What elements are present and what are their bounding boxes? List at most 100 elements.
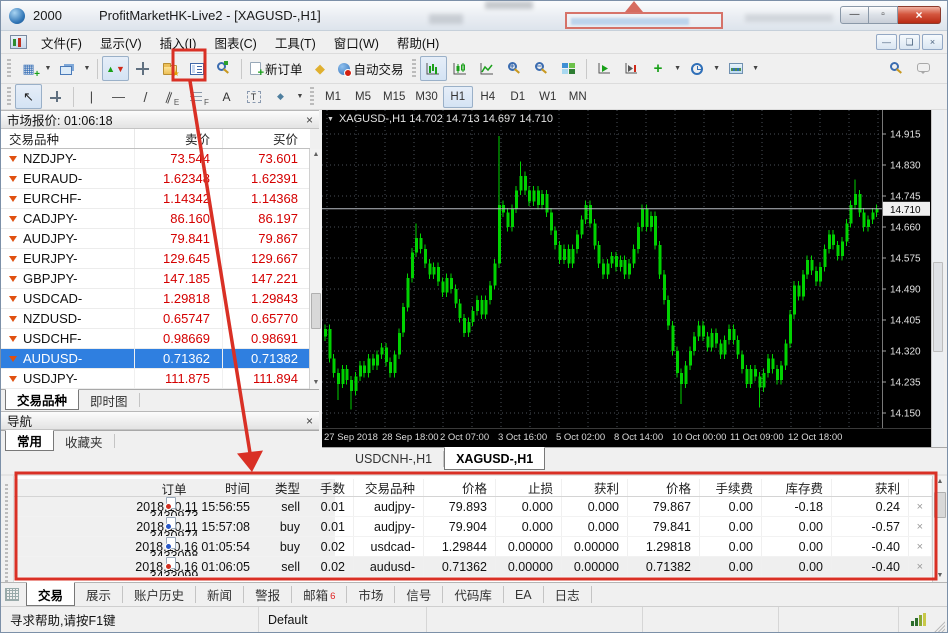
- terminal-column-header-1[interactable]: 时间: [114, 479, 259, 496]
- close-button[interactable]: ×: [898, 6, 941, 24]
- terminal-column-header-8[interactable]: 价格: [628, 479, 700, 496]
- terminal-column-header-4[interactable]: 交易品种: [354, 479, 424, 496]
- chart-bars-button[interactable]: [419, 56, 447, 81]
- market-watch-toggle-button[interactable]: ▲ ▼: [102, 56, 129, 81]
- metaeditor-button[interactable]: ◆: [307, 56, 334, 81]
- market-watch-row[interactable]: AUDUSD- 0.71362 0.71382: [1, 349, 310, 369]
- chart-canvas[interactable]: 14.915 14.830 14.745 14.660 14.575 14.490 14.4…: [322, 110, 931, 447]
- price-chart[interactable]: 14.915 14.830 14.745 14.660 14.575 14.490 14.4…: [322, 110, 931, 428]
- chart-scrollbar[interactable]: [931, 110, 944, 447]
- scroll-up-icon[interactable]: ▲: [933, 476, 947, 488]
- navigator-titlebar[interactable]: 导航 ×: [1, 411, 319, 430]
- child-minimize-button[interactable]: —: [876, 34, 897, 50]
- timeframe-d1-button[interactable]: D1: [503, 86, 533, 108]
- terminal-column-header-5[interactable]: 价格: [424, 479, 496, 496]
- scrollbar-thumb[interactable]: [934, 492, 946, 518]
- timeframe-m30-button[interactable]: M30: [410, 86, 442, 108]
- resize-grip[interactable]: [932, 619, 945, 632]
- child-close-button[interactable]: ×: [922, 34, 943, 50]
- terminal-tab-4[interactable]: 警报: [244, 586, 293, 603]
- scroll-up-icon[interactable]: ▲: [310, 149, 322, 161]
- horizontal-line-button[interactable]: —: [105, 84, 132, 109]
- vertical-line-button[interactable]: |: [78, 84, 105, 109]
- column-ask[interactable]: 买价: [222, 129, 310, 148]
- column-bid[interactable]: 卖价: [134, 129, 222, 148]
- timeframe-m15-button[interactable]: M15: [378, 86, 410, 108]
- navigator-tab-0[interactable]: 常用: [5, 430, 55, 451]
- terminal-column-header-10[interactable]: 库存费: [762, 479, 832, 496]
- step-forward-button[interactable]: [591, 56, 618, 81]
- terminal-drag-handle[interactable]: [1, 476, 14, 582]
- timeframe-h4-button[interactable]: H4: [473, 86, 503, 108]
- zoom-in-button[interactable]: [501, 56, 528, 81]
- market-watch-row[interactable]: NZDUSD- 0.65747 0.65770: [1, 309, 310, 329]
- restore-button[interactable]: ▫: [869, 6, 898, 24]
- close-order-icon[interactable]: ×: [917, 501, 923, 513]
- periods-dropdown[interactable]: ▼: [711, 56, 723, 81]
- crosshair-button[interactable]: [42, 84, 69, 109]
- market-watch-row[interactable]: USDCHF- 0.98669 0.98691: [1, 329, 310, 349]
- terminal-tab-8[interactable]: 代码库: [443, 586, 504, 603]
- market-watch-row[interactable]: EURJPY- 129.645 129.667: [1, 249, 310, 269]
- tile-windows-button[interactable]: [555, 56, 582, 81]
- market-watch-row[interactable]: USDCAD- 1.29818 1.29843: [1, 289, 310, 309]
- new-chart-dropdown[interactable]: ▼: [42, 56, 54, 81]
- order-row[interactable]: 3430974 2018.10.11 15:57:08 buy 0.01 audjpy-…: [14, 517, 932, 537]
- new-order-button[interactable]: 新订单: [246, 56, 307, 81]
- terminal-tab-7[interactable]: 信号: [395, 586, 444, 603]
- terminal-column-header-2[interactable]: 类型: [259, 479, 309, 496]
- terminal-toggle-button[interactable]: [183, 56, 210, 81]
- close-order-icon[interactable]: ×: [917, 541, 923, 553]
- terminal-column-header-6[interactable]: 止损: [496, 479, 562, 496]
- scrollbar-thumb[interactable]: [311, 293, 321, 329]
- terminal-column-header-3[interactable]: 手数: [309, 479, 354, 496]
- indicators-dropdown[interactable]: ▼: [672, 56, 684, 81]
- terminal-tab-9[interactable]: EA: [504, 586, 544, 603]
- search-button[interactable]: [883, 56, 910, 81]
- menu-item-5[interactable]: 窗口(W): [325, 30, 388, 55]
- menu-item-6[interactable]: 帮助(H): [388, 30, 448, 55]
- zoom-out-button[interactable]: [528, 56, 555, 81]
- fibonacci-button[interactable]: F: [186, 84, 213, 109]
- navigator-tab-1[interactable]: 收藏夹: [54, 434, 115, 450]
- terminal-tab-2[interactable]: 账户历史: [123, 586, 197, 603]
- cursor-button[interactable]: ↖: [15, 84, 42, 109]
- market-watch-scrollbar[interactable]: ▲ ▼: [309, 149, 322, 389]
- market-watch-row[interactable]: EURCHF- 1.14342 1.14368: [1, 189, 310, 209]
- menu-item-2[interactable]: 插入(I): [151, 30, 206, 55]
- market-watch-tab-0[interactable]: 交易品种: [5, 389, 80, 410]
- scroll-down-icon[interactable]: ▼: [933, 570, 947, 582]
- chat-button[interactable]: [910, 56, 937, 81]
- terminal-tab-1[interactable]: 展示: [75, 586, 124, 603]
- navigator-toggle-button[interactable]: [156, 56, 183, 81]
- periods-button[interactable]: [684, 56, 711, 81]
- timeframe-w1-button[interactable]: W1: [533, 86, 563, 108]
- chart-scrollbar-thumb[interactable]: [933, 261, 943, 352]
- templates-button[interactable]: [723, 56, 750, 81]
- trendline-button[interactable]: /: [132, 84, 159, 109]
- terminal-column-header-9[interactable]: 手续费: [700, 479, 762, 496]
- child-restore-button[interactable]: ❏: [899, 34, 920, 50]
- market-watch-tab-1[interactable]: 即时图: [79, 393, 140, 409]
- terminal-scrollbar[interactable]: ▲ ▼: [932, 476, 947, 582]
- terminal-tab-3[interactable]: 新闻: [196, 586, 245, 603]
- market-watch-row[interactable]: NZDJPY- 73.544 73.601: [1, 149, 310, 169]
- chart-tab-0[interactable]: USDCNH-,H1: [344, 451, 445, 467]
- terminal-tab-6[interactable]: 市场: [347, 586, 396, 603]
- close-order-icon[interactable]: ×: [917, 561, 923, 573]
- chart-line-button[interactable]: [474, 56, 501, 81]
- profiles-button[interactable]: [54, 56, 81, 81]
- terminal-column-header-7[interactable]: 获利: [562, 479, 628, 496]
- menu-item-1[interactable]: 显示(V): [91, 30, 151, 55]
- chart-window-icon[interactable]: [10, 35, 27, 49]
- toolbar-drag-handle[interactable]: [411, 58, 416, 79]
- market-watch-row[interactable]: GBPJPY- 147.185 147.221: [1, 269, 310, 289]
- templates-dropdown[interactable]: ▼: [750, 56, 762, 81]
- toolbar-drag-handle[interactable]: [7, 86, 11, 107]
- data-window-button[interactable]: [129, 56, 156, 81]
- status-profile[interactable]: Default: [259, 607, 427, 632]
- order-row[interactable]: 3430973 2018.10.11 15:56:55 sell 0.01 audjpy…: [14, 497, 932, 517]
- market-watch-close-icon[interactable]: ×: [306, 114, 313, 126]
- minimize-button[interactable]: —: [840, 6, 869, 24]
- toolbar-drag-handle[interactable]: [310, 86, 314, 107]
